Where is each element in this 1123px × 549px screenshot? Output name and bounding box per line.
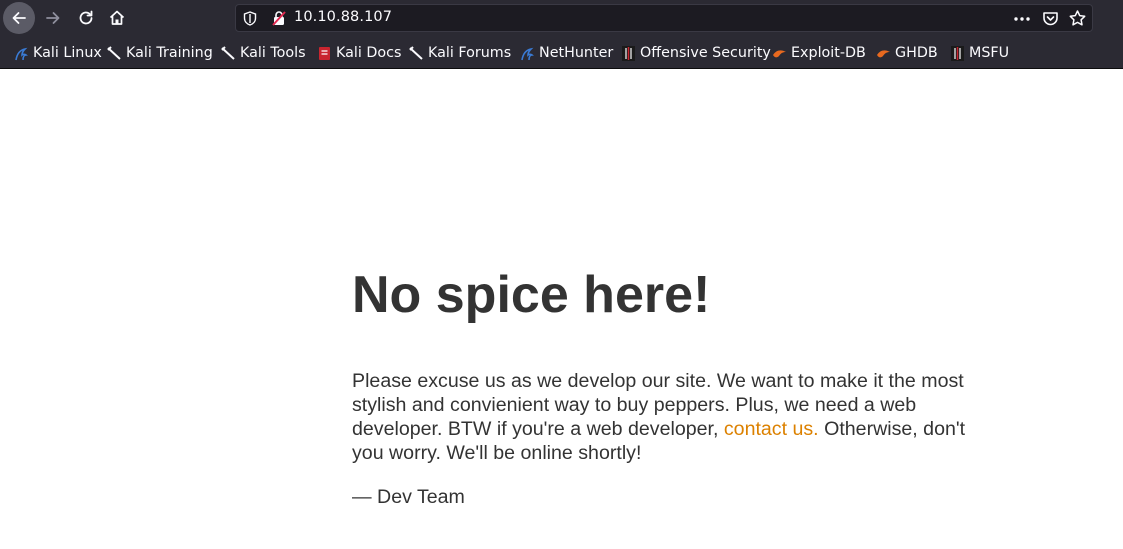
bookmark-ghdb[interactable]: GHDB: [876, 44, 938, 62]
bookmark-exploit-db[interactable]: Exploit-DB: [772, 44, 866, 62]
intro-message: Please excuse us as we develop our site.…: [352, 369, 992, 465]
offsec-icon: [951, 45, 964, 61]
kali-dragon-icon: [15, 47, 28, 60]
page-heading: No spice here!: [352, 266, 711, 324]
bookmark-kali-linux[interactable]: Kali Linux: [14, 44, 102, 62]
bookmark-kali-docs[interactable]: Kali Docs: [317, 44, 401, 62]
bookmark-star-icon[interactable]: [1068, 9, 1087, 28]
home-button[interactable]: [101, 2, 133, 34]
url-text[interactable]: 10.10.88.107: [294, 9, 392, 25]
bookmark-nethunter[interactable]: NetHunter: [520, 44, 613, 62]
reload-icon: [79, 10, 93, 25]
kali-sword-icon: [107, 45, 121, 60]
reload-button[interactable]: [70, 2, 102, 34]
forward-button[interactable]: [37, 2, 69, 34]
bookmark-kali-tools[interactable]: Kali Tools: [221, 44, 306, 62]
pocket-icon[interactable]: [1042, 10, 1059, 27]
kali-sword-icon: [221, 45, 235, 60]
bookmark-offensive-security[interactable]: Offensive Security: [621, 44, 771, 62]
exploit-db-icon: [877, 49, 890, 57]
page-actions-more-icon[interactable]: [1013, 11, 1031, 27]
url-bar[interactable]: 10.10.88.107: [235, 4, 1093, 32]
bookmark-msfu[interactable]: MSFU: [950, 44, 1009, 62]
arrow-left-icon: [12, 12, 26, 24]
bookmarks-toolbar: Kali Linux Kali Training Kali Tools Kali…: [0, 37, 1123, 69]
contact-us-link[interactable]: contact us.: [724, 418, 819, 440]
kali-dragon-icon: [521, 47, 534, 60]
offsec-icon: [622, 45, 635, 61]
kali-sword-icon: [409, 45, 423, 60]
exploit-db-icon: [773, 49, 786, 57]
browser-toolbar: 10.10.88.107: [0, 0, 1123, 37]
arrow-right-icon: [46, 12, 60, 24]
bookmark-kali-forums[interactable]: Kali Forums: [409, 44, 511, 62]
signature: — Dev Team: [352, 486, 465, 508]
kali-docs-icon: [319, 46, 330, 60]
insecure-lock-icon[interactable]: [271, 10, 287, 26]
home-icon: [109, 10, 125, 25]
bookmark-kali-training[interactable]: Kali Training: [107, 44, 213, 62]
tracking-protection-shield-icon[interactable]: [243, 11, 257, 26]
back-button[interactable]: [3, 2, 35, 34]
